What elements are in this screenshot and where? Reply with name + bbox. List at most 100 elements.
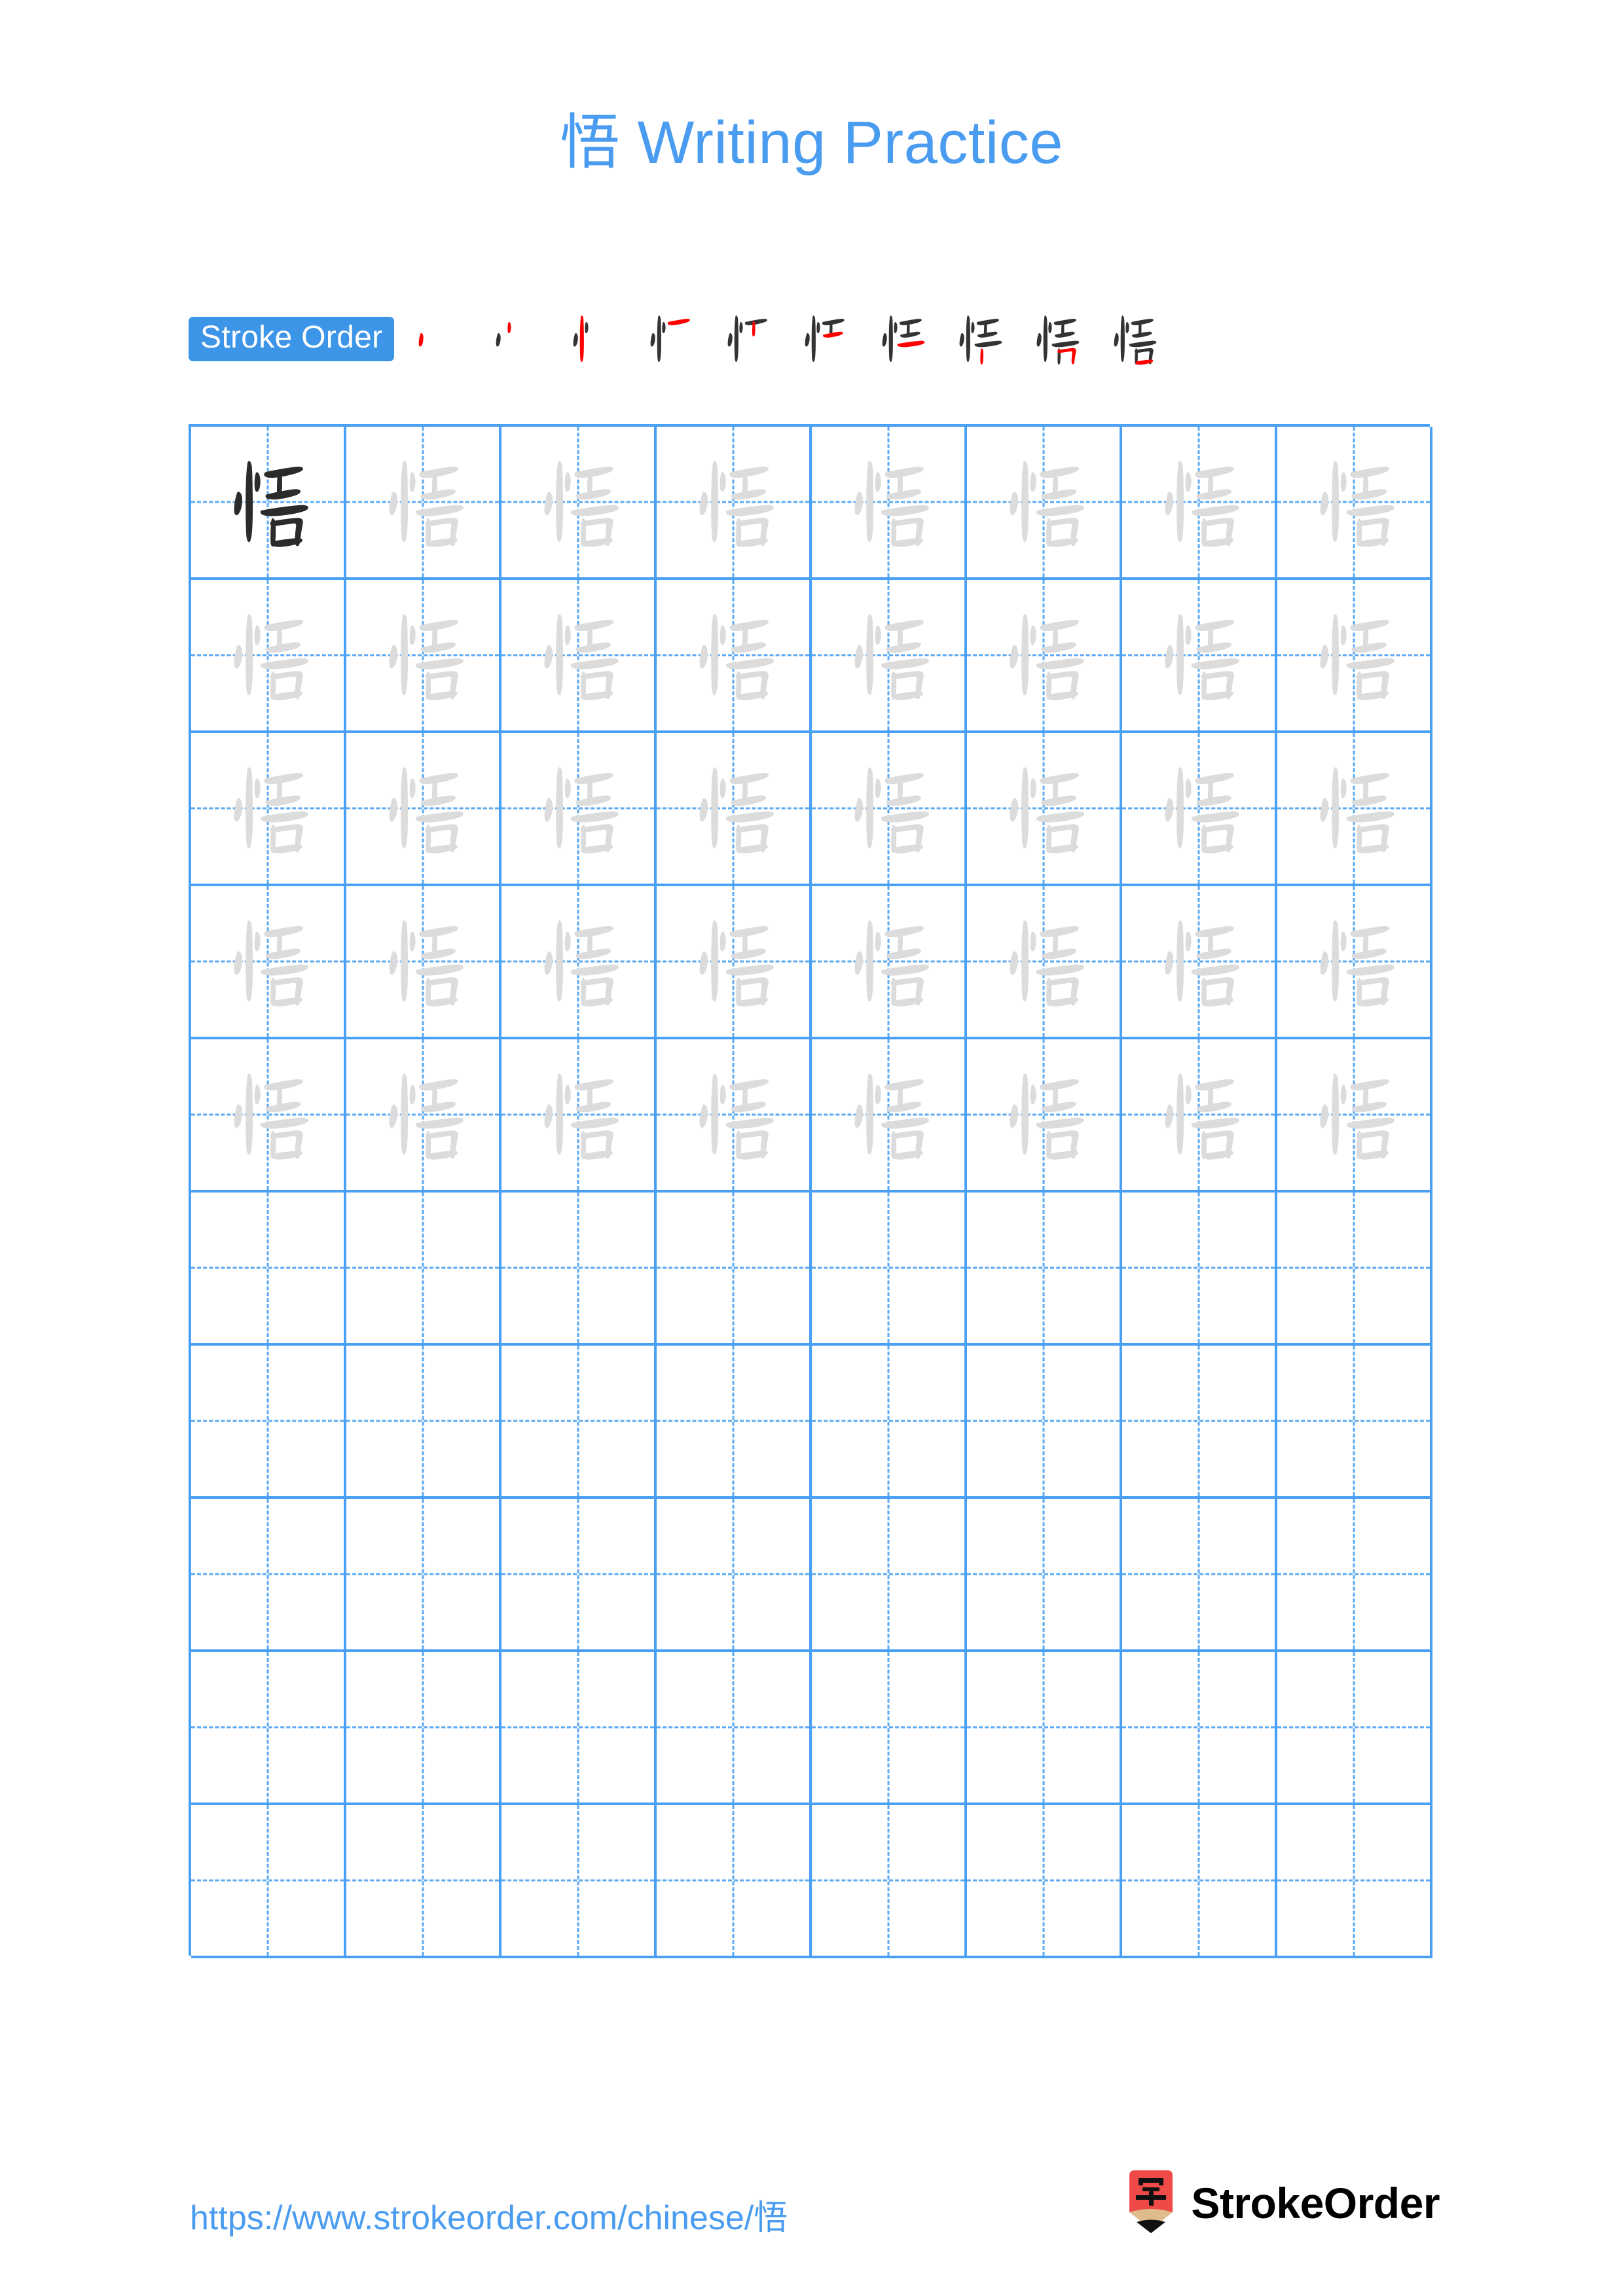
practice-cell-empty[interactable] [346, 1652, 501, 1805]
practice-cell-trace[interactable] [1277, 427, 1432, 580]
trace-character [967, 580, 1120, 730]
practice-cell-empty[interactable] [967, 1346, 1122, 1499]
practice-cell-trace[interactable] [1277, 733, 1432, 886]
practice-cell-trace[interactable] [657, 1039, 812, 1193]
character-glyph-trace [544, 1073, 619, 1160]
practice-cell-trace[interactable] [657, 733, 812, 886]
practice-cell-trace[interactable] [346, 886, 501, 1039]
practice-cell-empty[interactable] [501, 1499, 657, 1652]
practice-cell-empty[interactable] [812, 1652, 967, 1805]
practice-cell-empty[interactable] [501, 1652, 657, 1805]
practice-cell-empty[interactable] [812, 1193, 967, 1346]
brand-lockup: StrokeOrder [1125, 2169, 1440, 2237]
practice-cell-trace[interactable] [501, 427, 657, 580]
practice-cell-trace[interactable] [191, 580, 346, 733]
practice-cell-trace[interactable] [967, 886, 1122, 1039]
practice-cell-trace[interactable] [346, 733, 501, 886]
practice-cell-trace[interactable] [812, 427, 967, 580]
practice-cell-empty[interactable] [1122, 1499, 1277, 1652]
stroke-step-3 [554, 302, 631, 376]
practice-cell-empty[interactable] [191, 1805, 346, 1958]
practice-cell-trace[interactable] [1122, 1039, 1277, 1193]
practice-cell-trace[interactable] [657, 427, 812, 580]
practice-cell-trace[interactable] [501, 733, 657, 886]
practice-cell-trace[interactable] [501, 886, 657, 1039]
practice-cell-empty[interactable] [1122, 1652, 1277, 1805]
practice-cell-empty[interactable] [501, 1346, 657, 1499]
practice-cell-trace[interactable] [967, 580, 1122, 733]
practice-cell-empty[interactable] [1122, 1193, 1277, 1346]
character-glyph-trace [1165, 614, 1239, 700]
grid-row [191, 1039, 1432, 1193]
grid-row [191, 1346, 1432, 1499]
practice-cell-trace[interactable] [657, 886, 812, 1039]
practice-cell-trace[interactable] [657, 580, 812, 733]
trace-character [1122, 886, 1275, 1037]
model-character [191, 427, 344, 577]
practice-cell-empty[interactable] [657, 1499, 812, 1652]
practice-cell-trace[interactable] [1277, 886, 1432, 1039]
practice-cell-empty[interactable] [967, 1652, 1122, 1805]
practice-cell-trace[interactable] [812, 580, 967, 733]
stroke-step-10 [1095, 302, 1172, 376]
practice-cell-empty[interactable] [501, 1805, 657, 1958]
practice-cell-empty[interactable] [657, 1652, 812, 1805]
practice-cell-trace[interactable] [1277, 1039, 1432, 1193]
practice-cell-empty[interactable] [346, 1499, 501, 1652]
practice-cell-empty[interactable] [1277, 1652, 1432, 1805]
practice-cell-trace[interactable] [967, 1039, 1122, 1193]
practice-cell-empty[interactable] [812, 1499, 967, 1652]
practice-cell-empty[interactable] [346, 1193, 501, 1346]
practice-cell-empty[interactable] [1277, 1193, 1432, 1346]
character-glyph-trace [389, 767, 464, 853]
practice-cell-trace[interactable] [501, 580, 657, 733]
practice-cell-trace[interactable] [812, 1039, 967, 1193]
grid-row [191, 1805, 1432, 1958]
practice-cell-empty[interactable] [346, 1805, 501, 1958]
practice-cell-trace[interactable] [1122, 886, 1277, 1039]
practice-cell-empty[interactable] [1122, 1346, 1277, 1499]
practice-cell-empty[interactable] [1122, 1805, 1277, 1958]
practice-cell-empty[interactable] [191, 1652, 346, 1805]
stroke-step-7 [863, 302, 940, 376]
practice-cell-empty[interactable] [191, 1499, 346, 1652]
practice-cell-empty[interactable] [657, 1193, 812, 1346]
practice-cell-trace[interactable] [346, 580, 501, 733]
practice-cell-empty[interactable] [812, 1805, 967, 1958]
practice-cell-empty[interactable] [501, 1193, 657, 1346]
practice-cell-empty[interactable] [191, 1346, 346, 1499]
practice-cell-trace[interactable] [346, 427, 501, 580]
trace-character [191, 733, 344, 884]
character-glyph-trace [234, 767, 308, 853]
character-glyph-trace [854, 767, 929, 853]
practice-cell-trace[interactable] [191, 886, 346, 1039]
practice-cell-empty[interactable] [657, 1805, 812, 1958]
practice-cell-trace[interactable] [1277, 580, 1432, 733]
practice-cell-trace[interactable] [1122, 427, 1277, 580]
practice-cell-trace[interactable] [967, 427, 1122, 580]
practice-cell-empty[interactable] [191, 1193, 346, 1346]
grid-row [191, 1499, 1432, 1652]
practice-cell-empty[interactable] [812, 1346, 967, 1499]
trace-character [657, 1039, 809, 1190]
practice-cell-empty[interactable] [1277, 1346, 1432, 1499]
practice-cell-empty[interactable] [1277, 1805, 1432, 1958]
practice-cell-empty[interactable] [967, 1499, 1122, 1652]
practice-cell-trace[interactable] [967, 733, 1122, 886]
practice-cell-empty[interactable] [967, 1805, 1122, 1958]
practice-cell-empty[interactable] [1277, 1499, 1432, 1652]
practice-cell-trace[interactable] [1122, 580, 1277, 733]
practice-cell-trace[interactable] [1122, 733, 1277, 886]
stroke-step-9 [1017, 302, 1095, 376]
practice-cell-trace[interactable] [191, 1039, 346, 1193]
practice-cell-trace[interactable] [501, 1039, 657, 1193]
practice-cell-empty[interactable] [657, 1346, 812, 1499]
practice-cell-model[interactable] [191, 427, 346, 580]
practice-cell-trace[interactable] [812, 733, 967, 886]
practice-cell-empty[interactable] [346, 1346, 501, 1499]
practice-cell-empty[interactable] [967, 1193, 1122, 1346]
practice-cell-trace[interactable] [346, 1039, 501, 1193]
footer-url[interactable]: https://www.strokeorder.com/chinese/悟 [190, 2190, 788, 2239]
practice-cell-trace[interactable] [812, 886, 967, 1039]
practice-cell-trace[interactable] [191, 733, 346, 886]
